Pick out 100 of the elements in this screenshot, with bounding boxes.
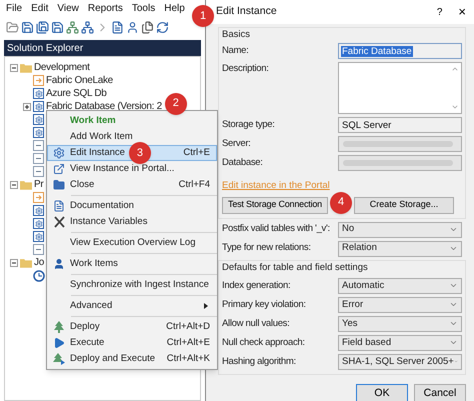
menu-label: Work Item	[70, 114, 116, 128]
menu-item[interactable]: File	[6, 0, 22, 16]
chevron-down-icon	[449, 244, 458, 253]
collapse-toggle[interactable]	[10, 258, 18, 266]
field-label: Storage type:	[222, 118, 275, 132]
cancel-button[interactable]: Cancel	[414, 384, 466, 401]
tree-item[interactable]: Azure SQL Db	[46, 86, 107, 101]
field-label: Null check approach:	[222, 336, 305, 350]
dropdown[interactable]: SHA-1, SQL Server 2005+	[338, 354, 462, 370]
menu-item[interactable]: View Instance in Portal...	[47, 161, 217, 177]
collapse-toggle[interactable]	[10, 64, 18, 72]
field-label: Type for new relations:	[222, 241, 311, 256]
menu-label: Work Items	[70, 256, 118, 271]
tree-item[interactable]: Pr	[34, 177, 44, 192]
submenu-arrow-icon	[204, 303, 208, 309]
menu-item[interactable]: Execute Ctrl+Alt+E	[47, 335, 217, 351]
menu-item[interactable]: Edit Instance 3 Ctrl+E	[47, 145, 217, 161]
dropdown[interactable]: Field based	[338, 334, 462, 351]
window-title: Edit Instance	[216, 4, 277, 20]
external-link-icon	[53, 163, 65, 175]
link-icon	[33, 140, 44, 151]
refresh-icon[interactable]	[156, 20, 169, 34]
field-label: Name:	[222, 44, 248, 58]
gear-icon	[33, 218, 44, 229]
link-icon	[33, 244, 44, 255]
menu-item[interactable]: Reports	[88, 0, 123, 16]
panel-header: Solution Explorer	[4, 40, 201, 56]
menu-item[interactable]: Close Ctrl+F4	[47, 177, 217, 193]
step-badge: 3	[128, 142, 151, 164]
description-field[interactable]	[338, 62, 462, 114]
tree-item[interactable]: Fabric OneLake	[46, 73, 113, 88]
folder-open-icon[interactable]	[6, 20, 19, 34]
menu-label: Edit Instance	[70, 146, 125, 160]
shortcut-label: Ctrl+E	[183, 146, 211, 160]
tree-item[interactable]: Jo	[34, 255, 44, 270]
gear-icon	[53, 147, 65, 159]
files-icon[interactable]	[141, 20, 154, 34]
save-icon[interactable]	[51, 20, 64, 34]
link-icon	[33, 166, 44, 177]
collapse-toggle[interactable]	[10, 180, 18, 188]
menu-item[interactable]: Work Item	[47, 113, 217, 129]
menu-label: View Execution Overview Log	[70, 236, 196, 250]
user-icon	[53, 258, 65, 270]
gear-icon	[33, 101, 44, 112]
chevron-down-icon	[449, 225, 458, 234]
dropdown[interactable]: Yes	[338, 316, 462, 332]
gear-icon	[33, 127, 44, 138]
blurred-field[interactable]	[338, 155, 462, 172]
step-badge: 4	[330, 192, 352, 214]
field-label: Postfix valid tables with '_v':	[222, 222, 330, 236]
field-label: Index generation:	[222, 278, 290, 293]
menu-item[interactable]: Deploy Ctrl+Alt+D	[47, 319, 217, 335]
user-icon[interactable]	[126, 20, 139, 34]
save-all-icon[interactable]	[36, 20, 49, 34]
menu-label: Deploy and Execute	[70, 352, 156, 366]
menu-item[interactable]: View	[57, 0, 79, 16]
folder-icon	[20, 258, 32, 268]
dropdown[interactable]: Error	[338, 296, 462, 313]
save-icon[interactable]	[21, 20, 34, 34]
document-icon[interactable]	[111, 20, 124, 34]
field-label: Allow null values:	[222, 316, 290, 331]
blurred-field[interactable]	[338, 136, 462, 152]
shortcut-label: Ctrl+Alt+K	[166, 352, 211, 366]
network-icon[interactable]	[81, 20, 94, 34]
menu-label: Synchronize with Ingest Instance	[70, 278, 209, 292]
table-icon	[33, 75, 44, 86]
menu-item[interactable]: View Execution Overview Log	[47, 235, 217, 251]
menu-label: Execute	[70, 336, 104, 350]
expand-toggle[interactable]	[23, 102, 31, 110]
menu-item[interactable]: Advanced	[47, 298, 217, 314]
link-icon	[33, 153, 44, 164]
help-button[interactable]: ?	[436, 4, 442, 20]
table-icon	[33, 192, 44, 203]
menu-item[interactable]: Add Work Item	[47, 129, 217, 145]
tree-play-icon	[53, 353, 65, 365]
gear-icon	[33, 88, 44, 99]
storage-button[interactable]: Test Storage Connection	[222, 196, 328, 214]
clock-icon	[33, 270, 45, 282]
text-field[interactable]: SQL Server	[338, 117, 462, 134]
menu-item[interactable]: Deploy and Execute Ctrl+Alt+K	[47, 351, 217, 367]
tree-item[interactable]: Development	[34, 60, 90, 75]
field-label: Server:	[222, 137, 251, 152]
ok-button[interactable]: OK	[356, 384, 408, 401]
dropdown[interactable]: Automatic	[338, 278, 462, 294]
text-field[interactable]: Fabric Database	[338, 43, 462, 60]
menu-item[interactable]: Synchronize with Ingest Instance	[47, 277, 217, 293]
menu-item[interactable]: Tools	[132, 0, 156, 16]
dropdown[interactable]: No	[338, 222, 462, 238]
dropdown[interactable]: Relation	[338, 240, 462, 256]
menu-label: Advanced	[70, 298, 112, 313]
tree-item[interactable]: Fabric Database (Version: 2	[46, 99, 162, 114]
menu-item[interactable]: Work Items	[47, 256, 217, 272]
close-button[interactable]: ×	[458, 2, 466, 22]
network-icon[interactable]	[66, 20, 79, 34]
menu-item[interactable]: Help	[164, 0, 185, 16]
menu-item[interactable]: Documentation	[47, 198, 217, 214]
storage-button[interactable]: Create Storage...	[354, 196, 454, 214]
menu-item[interactable]: Edit	[31, 0, 48, 16]
menu-item[interactable]: Instance Variables	[47, 214, 217, 230]
group-title: Defaults for table and field settings	[222, 260, 369, 274]
